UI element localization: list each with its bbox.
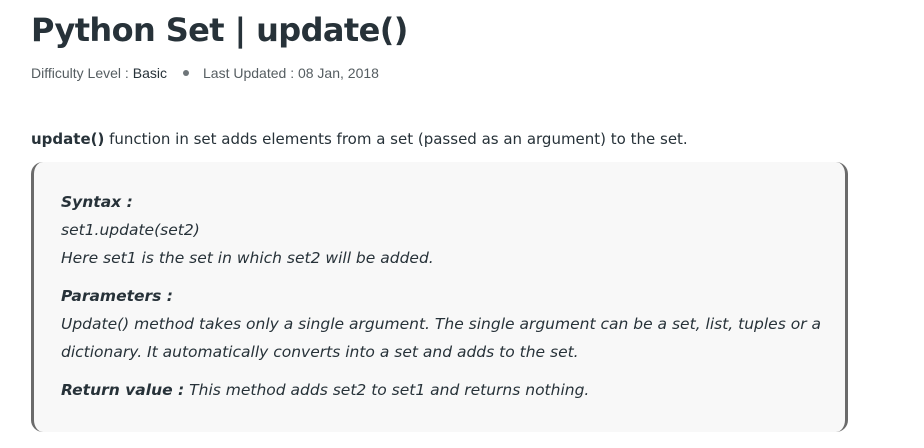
- separator-dot: [183, 70, 190, 76]
- return-value-label: Return value :: [61, 381, 185, 399]
- syntax-label: Syntax :: [61, 193, 133, 211]
- function-name: update(): [31, 130, 105, 148]
- return-value-text: This method adds set2 to set1 and return…: [184, 381, 590, 399]
- syntax-code: set1.update(set2): [61, 221, 200, 239]
- parameters-line-2: dictionary. It automatically converts in…: [61, 343, 579, 361]
- syntax-box: Syntax : set1.update(set2) Here set1 is …: [31, 162, 848, 432]
- syntax-description: Here set1 is the set in which set2 will …: [61, 249, 434, 267]
- difficulty-level-link[interactable]: Basic: [133, 64, 167, 82]
- parameters-label: Parameters :: [61, 287, 173, 305]
- article-header: Python Set | update() Difficulty Level :…: [31, 8, 861, 82]
- return-value-row: Return value : This method adds set2 to …: [61, 376, 845, 404]
- last-updated: Last Updated : 08 Jan, 2018: [203, 65, 379, 81]
- intro-text: function in set adds elements from a set…: [104, 130, 688, 148]
- article-meta: Difficulty Level : Basic Last Updated : …: [31, 64, 861, 82]
- intro-paragraph: update() function in set adds elements f…: [31, 128, 688, 150]
- difficulty-label: Difficulty Level :: [31, 65, 129, 81]
- page-title: Python Set | update(): [31, 11, 408, 49]
- parameters-line-1: Update() method takes only a single argu…: [61, 315, 821, 333]
